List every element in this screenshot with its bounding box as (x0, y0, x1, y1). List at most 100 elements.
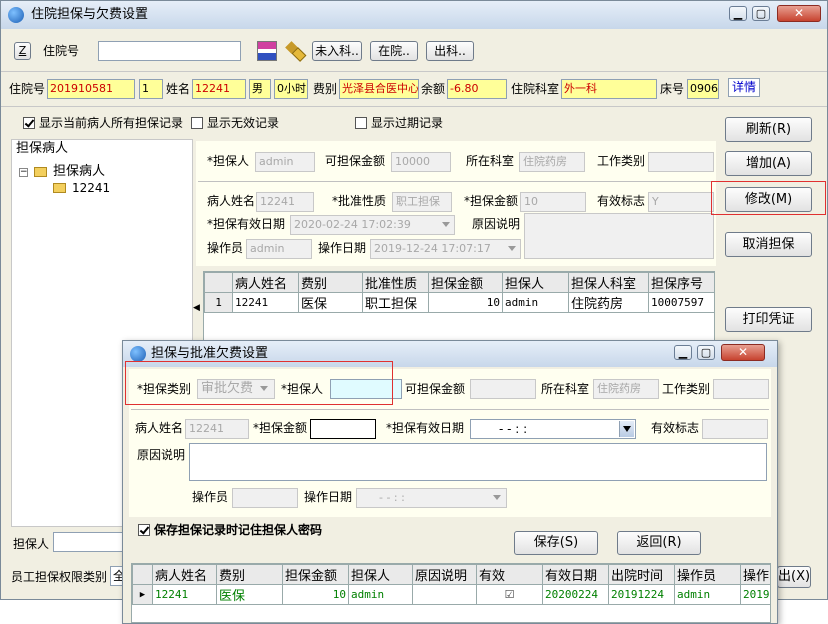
refresh-button[interactable]: 刷新(R) (725, 117, 812, 142)
in-hospital-button[interactable]: 在院.. (370, 41, 418, 61)
discharged-button[interactable]: 出科.. (426, 41, 474, 61)
grid-header[interactable]: 担保金额 (428, 272, 503, 293)
guarantee-type-highlight-box (125, 361, 393, 405)
work-type-label: 工作类别 (662, 382, 711, 396)
op-date-field: - - : : (356, 488, 507, 508)
grid-cell: 12241 (232, 292, 299, 313)
z-button[interactable]: Z (14, 42, 31, 60)
amount-input[interactable] (310, 419, 376, 439)
valid-flag-label: 有效标志 (651, 421, 700, 435)
valid-flag-label: 有效标志 (597, 194, 646, 208)
show-all-checkbox[interactable]: 显示当前病人所有担保记录 (23, 113, 183, 133)
detail-link[interactable]: 详情 (728, 78, 761, 97)
amount-available-label: 可担保金额 (325, 154, 386, 168)
maximize-icon[interactable]: ▢ (752, 6, 770, 21)
grid-header (204, 272, 233, 293)
amount-label: *担保金额 (253, 421, 308, 435)
grid-header[interactable]: 担保序号 (648, 272, 714, 293)
grid-header[interactable]: 有效 (476, 564, 543, 585)
grid-cell: 20191224 (608, 584, 675, 605)
grid-header[interactable]: 病人姓名 (232, 272, 299, 293)
reason-label: 原因说明 (137, 448, 186, 462)
reason-textarea[interactable] (189, 443, 767, 481)
chevron-down-icon[interactable] (619, 421, 634, 437)
inpatient-no-input[interactable] (98, 41, 241, 61)
grid-header[interactable]: 原因说明 (412, 564, 477, 585)
grid-header[interactable]: 担保人 (348, 564, 413, 585)
grid-header[interactable]: 费别 (216, 564, 283, 585)
tree-expand-icon[interactable]: − (19, 168, 28, 177)
grid-cell: 1 (204, 292, 233, 313)
filter-bar: 显示当前病人所有担保记录 显示无效记录 显示过期记录 (13, 109, 713, 137)
operator-field: admin (246, 239, 312, 259)
print-button[interactable]: 打印凭证 (725, 307, 812, 332)
amount-label: *担保金额 (464, 194, 519, 208)
grid-cell: 20200224 (542, 584, 609, 605)
table-row[interactable]: ▶ 12241 医保 10 admin ☑ 20200224 20191224 … (132, 584, 770, 605)
show-expired-checkbox[interactable]: 显示过期记录 (355, 113, 443, 133)
card-reader-icon[interactable] (257, 41, 277, 61)
bed-label: 床号 (660, 82, 685, 96)
name-field: 12241 (192, 79, 246, 99)
grid-header[interactable]: 出院时间 (608, 564, 675, 585)
amount-available-field: 10000 (391, 152, 451, 172)
dialog-separator (131, 409, 769, 410)
grid-header[interactable]: 担保金额 (282, 564, 349, 585)
not-admitted-button[interactable]: 未入科.. (312, 41, 362, 61)
clear-brush-icon[interactable] (285, 41, 307, 62)
dialog-grid[interactable]: 病人姓名 费别 担保金额 担保人 原因说明 有效 有效日期 出院时间 操作员 操… (131, 563, 771, 623)
grid-header-row: 病人姓名 费别 担保金额 担保人 原因说明 有效 有效日期 出院时间 操作员 操… (132, 564, 770, 585)
grid-header[interactable]: 操作 (740, 564, 770, 585)
balance-field: -6.80 (447, 79, 507, 99)
grid-header[interactable]: 担保人 (502, 272, 569, 293)
grid-cell: 10 (282, 584, 349, 605)
dialog-form-panel: *担保类别 审批欠费 *担保人 可担保金额 所在科室 住院药房 工作类别 病人姓… (125, 361, 771, 517)
sex-field: 男 (249, 79, 271, 99)
grid-header-row: 病人姓名 费别 批准性质 担保金额 担保人 担保人科室 担保序号 (204, 272, 714, 293)
checkbox-icon (355, 117, 367, 129)
form-separator (198, 181, 714, 182)
grid-cell: admin (502, 292, 569, 313)
folder-icon (34, 167, 47, 177)
dept-field: 住院药房 (519, 152, 585, 172)
close-icon[interactable]: ✕ (777, 5, 821, 22)
grid-cell: 10 (428, 292, 503, 313)
maximize-icon[interactable]: ▢ (697, 345, 715, 360)
save-password-checkbox[interactable]: 保存担保记录时记住担保人密码 (138, 520, 322, 540)
back-button[interactable]: 返回(R) (617, 531, 701, 555)
work-type-field (713, 379, 769, 399)
splitter-arrow-icon[interactable]: ◀ (193, 301, 201, 315)
add-button[interactable]: 增加(A) (725, 151, 812, 176)
close-icon[interactable]: ✕ (721, 344, 765, 361)
amount-available-field (470, 379, 536, 399)
guarantor-field: admin (255, 152, 315, 172)
dept-label: 所在科室 (541, 382, 590, 396)
grid-header[interactable]: 担保人科室 (568, 272, 649, 293)
grid-header[interactable]: 有效日期 (542, 564, 609, 585)
grid-header[interactable]: 批准性质 (362, 272, 429, 293)
app-logo-icon (8, 7, 24, 23)
table-row[interactable]: 1 12241 医保 职工担保 10 admin 住院药房 10007597 (204, 292, 714, 313)
show-invalid-checkbox[interactable]: 显示无效记录 (191, 113, 279, 133)
guarantor-bottom-input[interactable] (53, 532, 123, 552)
guarantee-dialog: 担保与批准欠费设置 ▁ ▢ ✕ *担保类别 审批欠费 *担保人 可担保金额 所在… (122, 340, 778, 624)
grid-header[interactable]: 操作员 (674, 564, 741, 585)
exit-button[interactable]: 出(X) (777, 566, 811, 588)
minimize-icon[interactable]: ▁ (674, 345, 692, 360)
grid-header[interactable]: 费别 (298, 272, 363, 293)
cancel-guarantee-button[interactable]: 取消担保 (725, 232, 812, 257)
guarantor-bottom-label: 担保人 (13, 537, 50, 551)
app-logo-icon (130, 346, 146, 362)
grid-header[interactable]: 病人姓名 (152, 564, 217, 585)
dept-field: 外一科 (561, 79, 657, 99)
minimize-icon[interactable]: ▁ (729, 6, 747, 21)
guarantee-grid[interactable]: 病人姓名 费别 批准性质 担保金额 担保人 担保人科室 担保序号 1 12241… (203, 271, 715, 341)
dept-field: 住院药房 (593, 379, 659, 399)
dialog-table: 病人姓名 费别 担保金额 担保人 原因说明 有效 有效日期 出院时间 操作员 操… (132, 564, 770, 605)
inpatient-no-label: 住院号 (43, 44, 80, 58)
save-button[interactable]: 保存(S) (514, 531, 598, 555)
valid-date-picker[interactable]: - - : : (470, 419, 636, 439)
op-date-label: 操作日期 (304, 490, 353, 504)
tree-child-item[interactable]: 12241 (72, 178, 110, 198)
main-title-bar: 住院担保与欠费设置 ▁ ▢ ✕ (1, 1, 827, 29)
